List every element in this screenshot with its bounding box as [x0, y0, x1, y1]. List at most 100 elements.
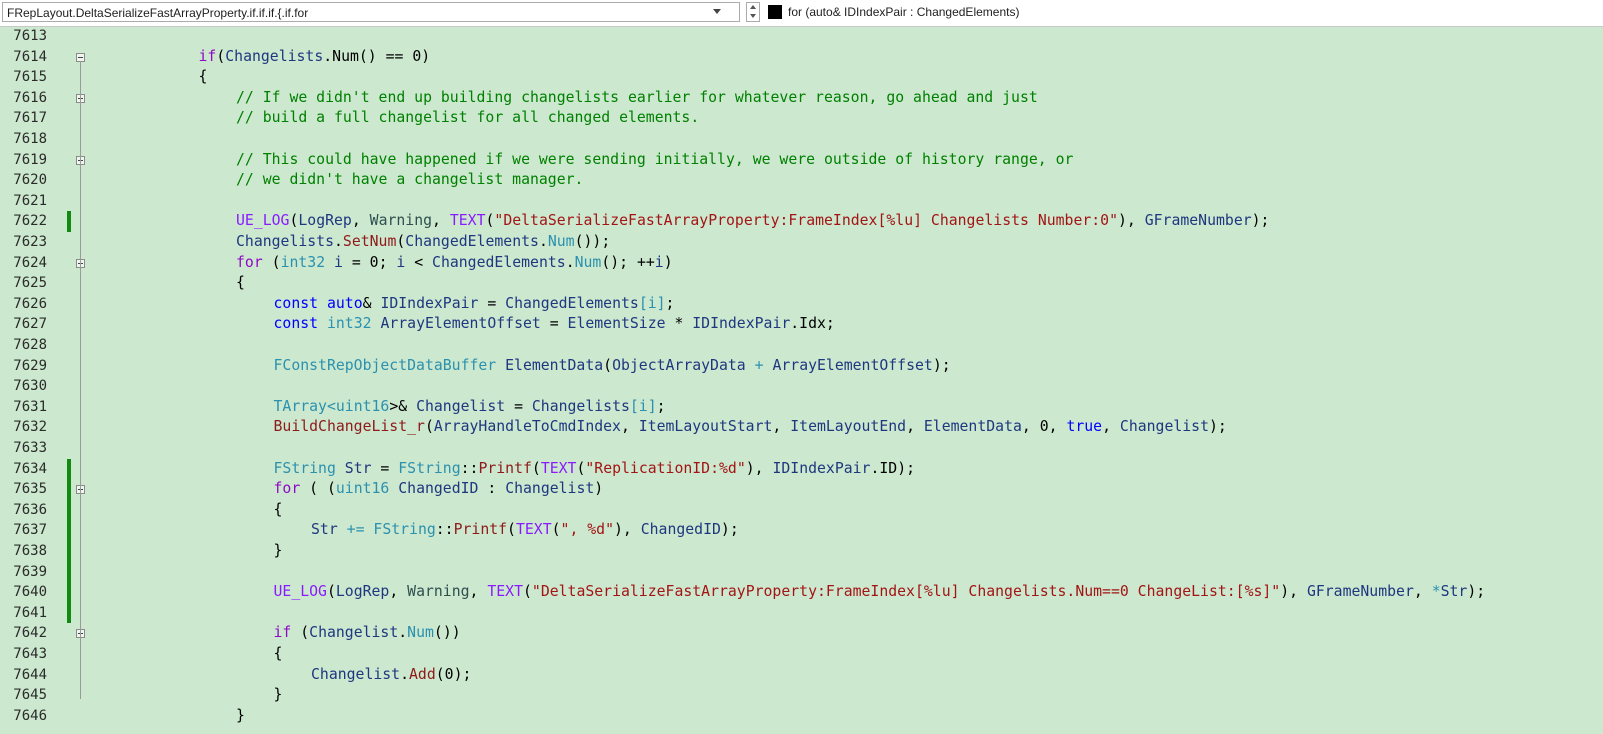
code-line[interactable]: 7634 FString Str = FString::Printf(TEXT("…	[0, 458, 1603, 480]
chevron-down-icon[interactable]	[750, 14, 756, 18]
code-line[interactable]: 7615 {	[0, 67, 1603, 88]
change-marker	[67, 499, 71, 521]
line-number: 7638	[13, 543, 47, 559]
scope-dropdown[interactable]: FRepLayout.DeltaSerializeFastArrayProper…	[2, 2, 740, 22]
chevron-down-icon[interactable]	[713, 9, 721, 14]
line-number: 7645	[13, 687, 47, 704]
code-token: ItemLayoutEnd	[790, 418, 907, 436]
code-line[interactable]: 7632 BuildChangeList_r(ArrayHandleToCmdIn…	[0, 417, 1603, 438]
code-token: int32	[326, 315, 372, 333]
code-line[interactable]: 7631 TArray<uint16>& Changelist = Changel…	[0, 397, 1603, 418]
code-line[interactable]: 7644 Changelist.Add(0);	[0, 665, 1603, 686]
code-token: TEXT	[487, 583, 523, 601]
code-token: (0);	[435, 665, 472, 683]
code-token: .	[538, 233, 548, 250]
code-text: UE_LOG(LogRep, Warning, TEXT("DeltaSeria…	[274, 582, 1486, 603]
code-token: ,	[469, 583, 488, 601]
code-text: UE_LOG(LogRep, Warning, TEXT("DeltaSeria…	[236, 211, 1269, 232]
line-number: 7639	[13, 563, 47, 580]
code-line[interactable]: 7614 if(Changelists.Num() == 0)	[0, 47, 1603, 68]
code-line[interactable]: 7628	[0, 335, 1603, 356]
code-line[interactable]: 7617 // build a full changelist for all c…	[0, 108, 1603, 129]
code-token: );	[1209, 418, 1227, 436]
code-line[interactable]: 7637 Str += FString::Printf(TEXT(", %d"),…	[0, 520, 1603, 541]
code-token: );	[720, 521, 739, 539]
code-token: Num	[574, 253, 602, 271]
code-token: Changelist	[309, 624, 399, 642]
code-line[interactable]: 7633	[0, 438, 1603, 459]
code-token: [i]	[629, 397, 657, 415]
code-token: );	[1251, 212, 1270, 230]
code-token: ChangedElements	[405, 233, 539, 250]
code-token: uint16	[335, 480, 390, 498]
code-line[interactable]: 7623 Changelists.SetNum(ChangedElements.N…	[0, 232, 1603, 253]
code-text: if(Changelists.Num() == 0)	[199, 47, 431, 68]
code-token: ),	[613, 521, 641, 539]
code-token: ,	[1102, 418, 1120, 436]
line-number: 7621	[13, 192, 47, 209]
code-token: +=	[346, 521, 365, 539]
code-line[interactable]: 7621	[0, 191, 1603, 212]
member-dropdown[interactable]: for (auto& IDIndexPair : ChangedElements…	[766, 2, 1601, 22]
code-line[interactable]: 7626 const auto& IDIndexPair = ChangedEle…	[0, 294, 1603, 315]
code-line[interactable]: 7630	[0, 376, 1603, 397]
code-token: ;	[665, 294, 675, 312]
line-number: 7614	[13, 48, 47, 65]
line-number: 7640	[13, 584, 47, 601]
code-line[interactable]: 7627 const int32 ArrayElementOffset = Ele…	[0, 314, 1603, 335]
code-line[interactable]: 7629 FConstRepObjectDataBuffer ElementDat…	[0, 356, 1603, 377]
code-line[interactable]: 7636 {	[0, 499, 1603, 521]
line-number: 7617	[13, 110, 47, 127]
code-token: (	[531, 459, 541, 477]
code-text: }	[274, 541, 283, 562]
code-line[interactable]: 7646}	[0, 706, 1603, 727]
code-token: TEXT	[515, 521, 552, 539]
code-line[interactable]: 7641	[0, 602, 1603, 624]
line-number: 7629	[13, 357, 47, 374]
change-marker	[67, 541, 71, 562]
code-token: ObjectArrayData	[612, 356, 746, 374]
code-token: [i]	[638, 294, 666, 312]
code-token: IDIndexPair	[692, 315, 791, 333]
code-token: ArrayElementOffset	[380, 315, 541, 333]
code-text: {	[199, 67, 208, 88]
code-line[interactable]: 7620 // we didn't have a changelist manag…	[0, 170, 1603, 191]
navigation-bar: FRepLayout.DeltaSerializeFastArrayProper…	[0, 0, 1603, 27]
code-line[interactable]: 7642 if (Changelist.Num())	[0, 623, 1603, 644]
line-number: 7637	[13, 522, 47, 539]
code-token: ),	[745, 459, 773, 477]
code-line[interactable]: 7640 UE_LOG(LogRep, Warning, TEXT("DeltaS…	[0, 582, 1603, 603]
code-line[interactable]: 7639	[0, 561, 1603, 583]
chevron-up-icon[interactable]	[750, 5, 756, 9]
code-text: {	[236, 273, 245, 294]
code-token: ElementData	[923, 418, 1022, 436]
code-token: ())	[433, 624, 461, 642]
code-token: (	[522, 583, 532, 601]
code-text: for (int32 i = 0; i < ChangedElements.Nu…	[236, 253, 673, 274]
code-line[interactable]: 7635 for ( (uint16 ChangedID : Changelist…	[0, 479, 1603, 500]
change-marker	[67, 520, 71, 541]
line-number: 7644	[13, 666, 47, 683]
code-line[interactable]: 7618	[0, 129, 1603, 150]
code-token: Changelist	[505, 480, 595, 498]
code-line[interactable]: 7638}	[0, 541, 1603, 562]
code-token: .ID);	[870, 459, 916, 477]
code-line[interactable]: 7625 {	[0, 273, 1603, 294]
scope-spinner[interactable]	[746, 2, 760, 22]
code-token: "DeltaSerializeFastArrayProperty:FrameIn…	[494, 212, 1118, 230]
code-line[interactable]: 7624 for (int32 i = 0; i < ChangedElement…	[0, 253, 1603, 274]
code-token: ,	[620, 418, 639, 436]
code-line[interactable]: 7643 {	[0, 644, 1603, 665]
code-line[interactable]: 7613	[0, 26, 1603, 47]
code-line[interactable]: 7616 // If we didn't end up building chan…	[0, 88, 1603, 109]
code-line[interactable]: 7619 // This could have happened if we we…	[0, 150, 1603, 171]
code-token: i	[654, 253, 664, 271]
code-line[interactable]: 7622 UE_LOG(LogRep, Warning, TEXT("DeltaS…	[0, 211, 1603, 232]
code-editor[interactable]: 7613 7614 if(Changelists.Num() == 0) 7615{7…	[0, 26, 1603, 734]
code-token: const	[273, 315, 319, 333]
code-token: ());	[574, 233, 611, 250]
code-token: auto	[326, 294, 363, 312]
code-line[interactable]: 7645}	[0, 685, 1603, 706]
change-marker	[67, 582, 71, 603]
